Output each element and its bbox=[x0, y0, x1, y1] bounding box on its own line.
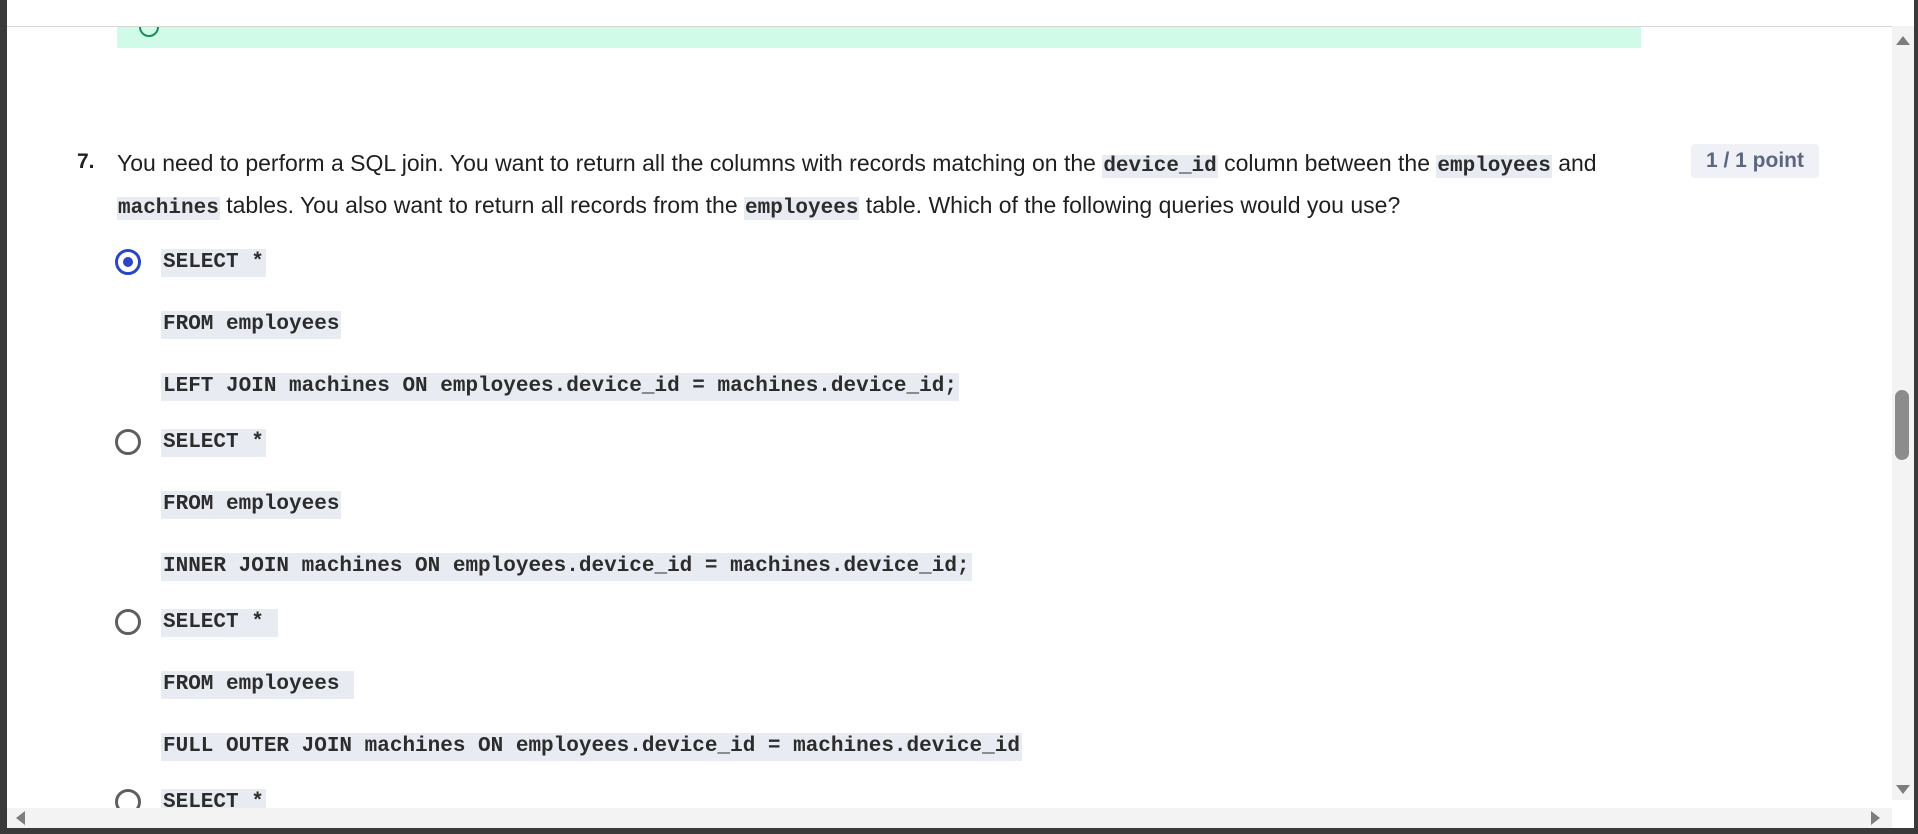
code-line: FULL OUTER JOIN machines ON employees.de… bbox=[161, 733, 1022, 761]
answer-option-4[interactable]: SELECT * bbox=[115, 789, 415, 808]
horizontal-scrollbar[interactable] bbox=[7, 808, 1892, 828]
inline-code-employees: employees bbox=[1436, 155, 1552, 178]
code-line: SELECT * bbox=[161, 249, 266, 277]
scroll-right-arrow-icon[interactable] bbox=[1871, 811, 1880, 825]
code-line: SELECT * bbox=[161, 429, 266, 457]
question-text-part: and bbox=[1551, 150, 1597, 176]
check-circle-icon bbox=[139, 27, 159, 37]
code-line: FROM employees bbox=[161, 491, 342, 519]
question-text-part: column between the bbox=[1217, 150, 1437, 176]
window-frame-left bbox=[0, 0, 7, 834]
scroll-thumb[interactable] bbox=[1895, 390, 1909, 460]
code-line: FROM employees bbox=[161, 311, 342, 339]
question-text-part: You need to perform a SQL join. You want… bbox=[117, 150, 1103, 176]
window-frame-right bbox=[1914, 0, 1918, 834]
scroll-up-arrow-icon[interactable] bbox=[1896, 36, 1910, 45]
radio-button[interactable] bbox=[115, 609, 141, 635]
window-frame-bottom bbox=[0, 828, 1918, 834]
inline-code-device-id: device_id bbox=[1102, 155, 1218, 178]
code-line: SELECT * bbox=[161, 789, 266, 808]
radio-button-selected[interactable] bbox=[115, 249, 141, 275]
question-text: You need to perform a SQL join. You want… bbox=[117, 144, 1697, 228]
top-bar bbox=[7, 0, 1914, 27]
scroll-down-arrow-icon[interactable] bbox=[1896, 785, 1910, 794]
vertical-scrollbar[interactable] bbox=[1892, 26, 1914, 800]
question-text-part: tables. You also want to return all reco… bbox=[219, 192, 744, 218]
scroll-left-arrow-icon[interactable] bbox=[16, 811, 25, 825]
code-line: FROM employees bbox=[161, 671, 355, 699]
inline-code-machines: machines bbox=[117, 197, 220, 220]
inline-code-employees: employees bbox=[744, 197, 860, 220]
radio-button[interactable] bbox=[115, 429, 141, 455]
code-line: INNER JOIN machines ON employees.device_… bbox=[161, 553, 972, 581]
radio-button[interactable] bbox=[115, 789, 141, 808]
previous-question-feedback bbox=[117, 27, 1641, 48]
question-text-part: table. Which of the following queries wo… bbox=[859, 192, 1401, 218]
question-number: 7. bbox=[77, 150, 95, 173]
code-line: SELECT * bbox=[161, 609, 279, 637]
code-line: LEFT JOIN machines ON employees.device_i… bbox=[161, 373, 959, 401]
points-badge: 1 / 1 point bbox=[1691, 144, 1819, 178]
